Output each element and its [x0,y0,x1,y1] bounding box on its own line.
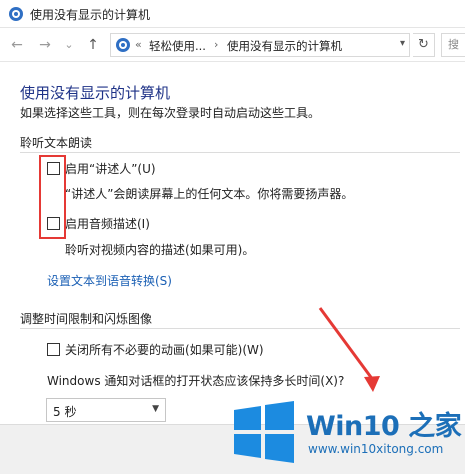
watermark-url: www.win10xitong.com [308,442,444,456]
watermark: Win10 之家 www.win10xitong.com [230,394,465,474]
watermark-brand: Win10 之家 [306,411,462,442]
windows-logo-icon [234,401,294,463]
